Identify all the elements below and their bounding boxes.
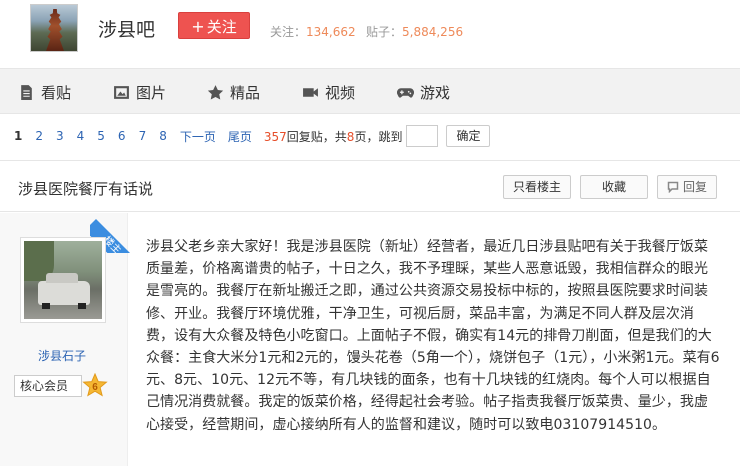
nav-tab-label: 看贴: [41, 83, 72, 102]
page-jump-input[interactable]: [406, 125, 439, 147]
gamepad-icon: [397, 87, 414, 98]
nav-tab-video[interactable]: 视频: [302, 81, 355, 103]
nav-tab-featured[interactable]: 精品: [207, 81, 260, 103]
nav-tab-label: 视频: [325, 83, 356, 102]
follow-label: 关注: [206, 18, 237, 36]
page-jump-button[interactable]: 确定: [446, 125, 491, 147]
followers-stat: 关注：134,662: [270, 23, 356, 40]
followers-label: 关注：: [270, 25, 307, 39]
posts-stat: 贴子：5,884,256: [366, 23, 463, 40]
reply-label: 回复: [682, 180, 707, 194]
page-text: 页，跳到: [354, 129, 403, 144]
forum-avatar[interactable]: [30, 4, 78, 52]
forum-header: 涉县吧 + 关注 关注：134,662 贴子：5,884,256: [0, 0, 740, 64]
post-content: 涉县父老乡亲大家好！我是涉县医院（新址）经营者，最近几日涉县贴吧有关于我餐厅饭菜…: [146, 239, 720, 433]
nav-tab-label: 游戏: [420, 83, 451, 102]
page-link[interactable]: 2: [35, 129, 43, 143]
page-link[interactable]: 3: [56, 129, 64, 143]
page-link[interactable]: 7: [139, 129, 147, 143]
nav-tab-images[interactable]: 图片: [113, 81, 166, 103]
followers-count: 134,662: [306, 25, 356, 39]
video-camera-icon: [303, 87, 318, 97]
only-op-button[interactable]: 只看楼主: [503, 175, 571, 199]
author-name[interactable]: 涉县石子: [0, 347, 124, 364]
plus-icon: +: [191, 17, 205, 36]
last-page-link[interactable]: 尾页: [228, 128, 252, 145]
posts-count: 5,884,256: [402, 25, 464, 39]
document-icon: [21, 84, 32, 100]
page-link[interactable]: 5: [97, 129, 105, 143]
pagination: 1 2 3 4 5 6 7 8 下一页 尾页 357回复贴，共8页，跳到 确定: [14, 124, 491, 148]
thread-header: 涉县医院餐厅有话说 只看楼主 收藏 回复: [0, 160, 740, 212]
next-page-link[interactable]: 下一页: [180, 128, 216, 145]
speech-bubble-icon: [667, 181, 679, 193]
reply-button[interactable]: 回复: [657, 175, 717, 199]
posts-label: 贴子：: [366, 25, 403, 39]
reply-info: 357回复贴，共8页，跳到: [264, 128, 403, 145]
post-author-panel: 楼主 涉县石子 核心会员 6: [0, 213, 130, 466]
thread-title: 涉县医院餐厅有话说: [18, 180, 154, 198]
member-level-badge[interactable]: 核心会员: [14, 375, 82, 397]
follow-button[interactable]: + 关注: [178, 12, 250, 39]
star-icon: [207, 84, 224, 100]
page-link[interactable]: 6: [118, 129, 126, 143]
page-current: 1: [14, 129, 23, 143]
image-icon: [114, 85, 129, 99]
reply-count: 357: [263, 129, 287, 144]
level-number: 6: [92, 382, 98, 393]
page-link[interactable]: 8: [159, 129, 167, 143]
page-link[interactable]: 4: [77, 129, 85, 143]
forum-nav: 看贴 图片 精品 视频 游戏: [0, 68, 740, 114]
nav-tab-label: 精品: [230, 83, 261, 102]
nav-tab-label: 图片: [136, 83, 167, 102]
avatar[interactable]: [20, 237, 106, 323]
level-star-icon: 6: [82, 373, 108, 397]
nav-tab-games[interactable]: 游戏: [397, 81, 450, 103]
favorite-button[interactable]: 收藏: [580, 175, 648, 199]
nav-tab-posts[interactable]: 看贴: [18, 81, 71, 103]
forum-name[interactable]: 涉县吧: [98, 15, 155, 42]
reply-text: 回复贴，共: [286, 129, 347, 144]
